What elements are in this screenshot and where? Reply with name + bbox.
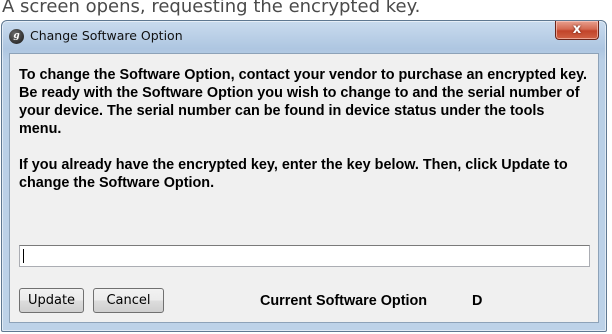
update-button[interactable]: Update	[19, 288, 84, 313]
text-caret	[23, 249, 24, 263]
current-software-option-value: D	[472, 293, 483, 309]
change-software-option-dialog: g Change Software Option x To change the…	[1, 20, 607, 332]
dialog-body: To change the Software Option, contact y…	[9, 53, 599, 323]
encrypted-key-input[interactable]	[19, 245, 590, 267]
page-caption: A screen opens, requesting the encrypted…	[2, 0, 421, 16]
current-software-option-label: Current Software Option	[260, 293, 428, 309]
instructions-paragraph-1: To change the Software Option, contact y…	[19, 67, 588, 137]
instructions-paragraph-2: If you already have the encrypted key, e…	[19, 157, 568, 191]
instructions-text: To change the Software Option, contact y…	[19, 66, 589, 192]
close-button[interactable]: x	[555, 21, 599, 40]
ge-logo-icon: g	[9, 29, 24, 44]
window-title: Change Software Option	[30, 28, 183, 43]
cancel-button[interactable]: Cancel	[93, 288, 164, 313]
title-bar[interactable]: g Change Software Option x	[2, 21, 606, 53]
